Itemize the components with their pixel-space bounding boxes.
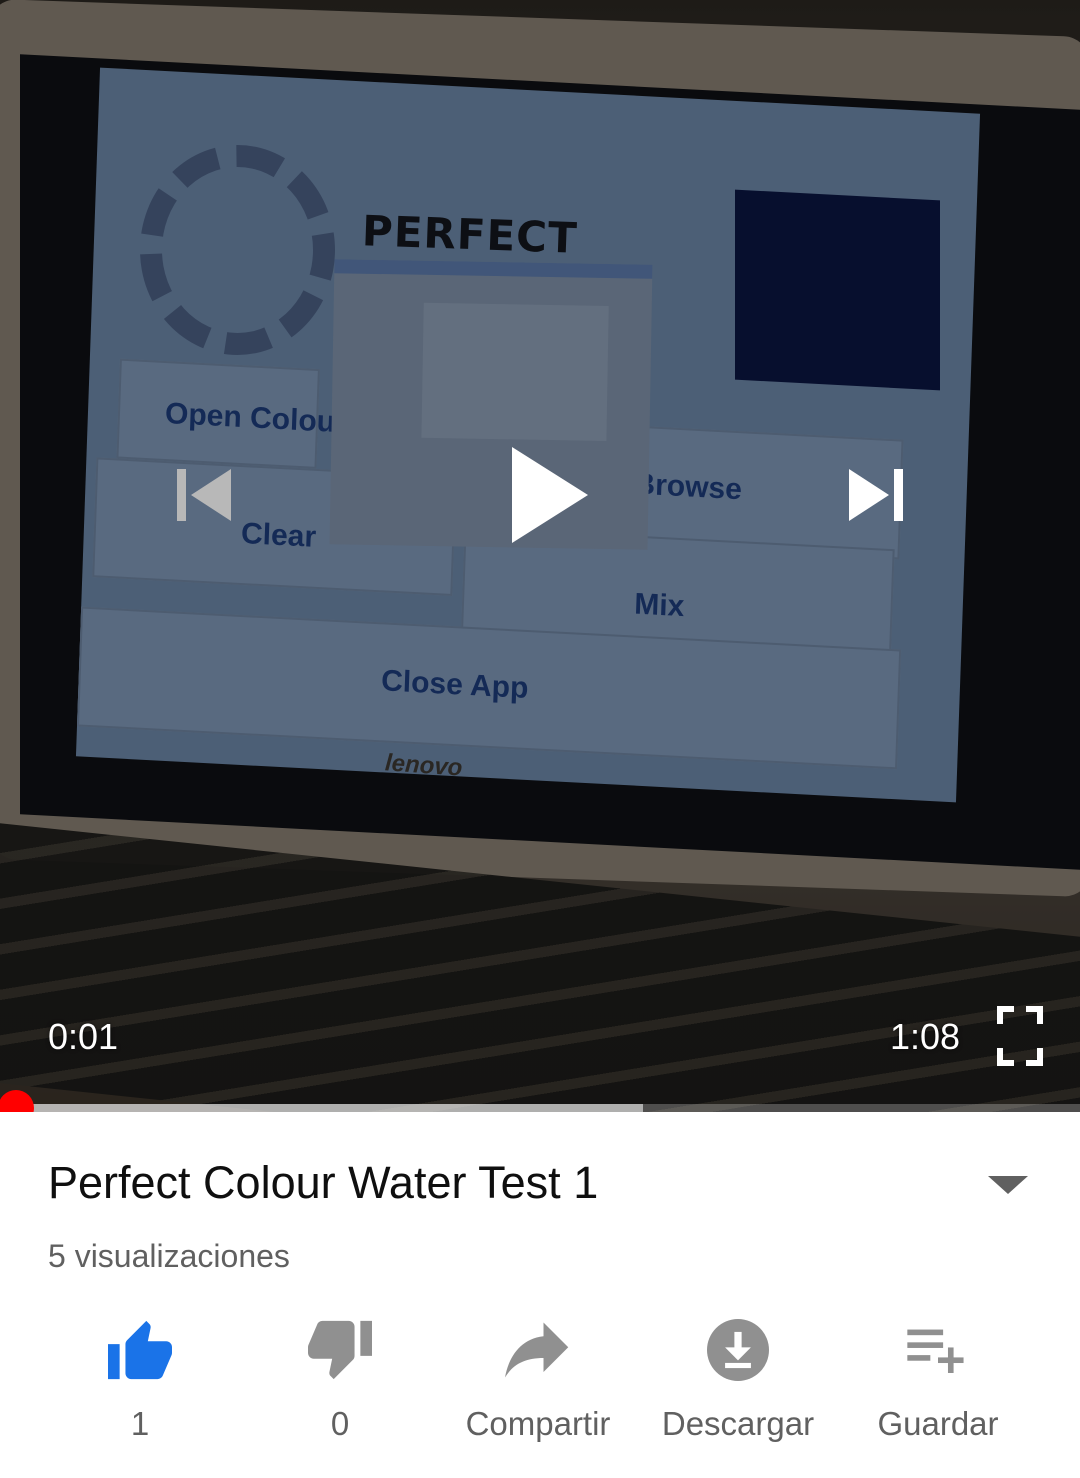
- like-button[interactable]: 1: [40, 1310, 240, 1460]
- play-icon: [512, 447, 588, 543]
- controls-overlay: [0, 0, 1080, 1112]
- progress-buffered: [0, 1104, 643, 1112]
- view-count: 5 visualizaciones: [48, 1238, 290, 1274]
- playlist-add-icon: [907, 1329, 964, 1373]
- fullscreen-button[interactable]: [984, 996, 1056, 1076]
- share-icon: [505, 1322, 569, 1378]
- thumbs-up-icon: [108, 1320, 172, 1380]
- play-button[interactable]: [495, 435, 605, 555]
- fullscreen-icon: [997, 1006, 1043, 1066]
- video-title: Perfect Colour Water Test 1: [48, 1157, 599, 1208]
- previous-video-button[interactable]: [160, 455, 250, 535]
- chevron-down-icon: [988, 1176, 1028, 1194]
- share-button[interactable]: Compartir: [438, 1310, 638, 1460]
- current-time: 0:01: [48, 1016, 119, 1057]
- save-button[interactable]: Guardar: [838, 1310, 1038, 1460]
- skip-next-icon: [849, 469, 903, 521]
- save-label: Guardar: [877, 1405, 999, 1442]
- next-video-button[interactable]: [830, 455, 920, 535]
- thumbs-down-icon: [308, 1320, 372, 1380]
- action-bar: 1 0 Compartir Descargar Guardar: [0, 1310, 1080, 1460]
- total-duration: 1:08: [890, 1016, 961, 1057]
- expand-description-button[interactable]: [980, 1165, 1036, 1205]
- progress-bar[interactable]: [0, 1090, 1080, 1112]
- download-icon: [707, 1319, 769, 1381]
- dislike-button[interactable]: 0: [240, 1310, 440, 1460]
- download-button[interactable]: Descargar: [638, 1310, 838, 1460]
- video-player[interactable]: Open Colour Clear Browse Mix Close App P…: [0, 0, 1080, 1112]
- skip-previous-icon: [177, 469, 231, 521]
